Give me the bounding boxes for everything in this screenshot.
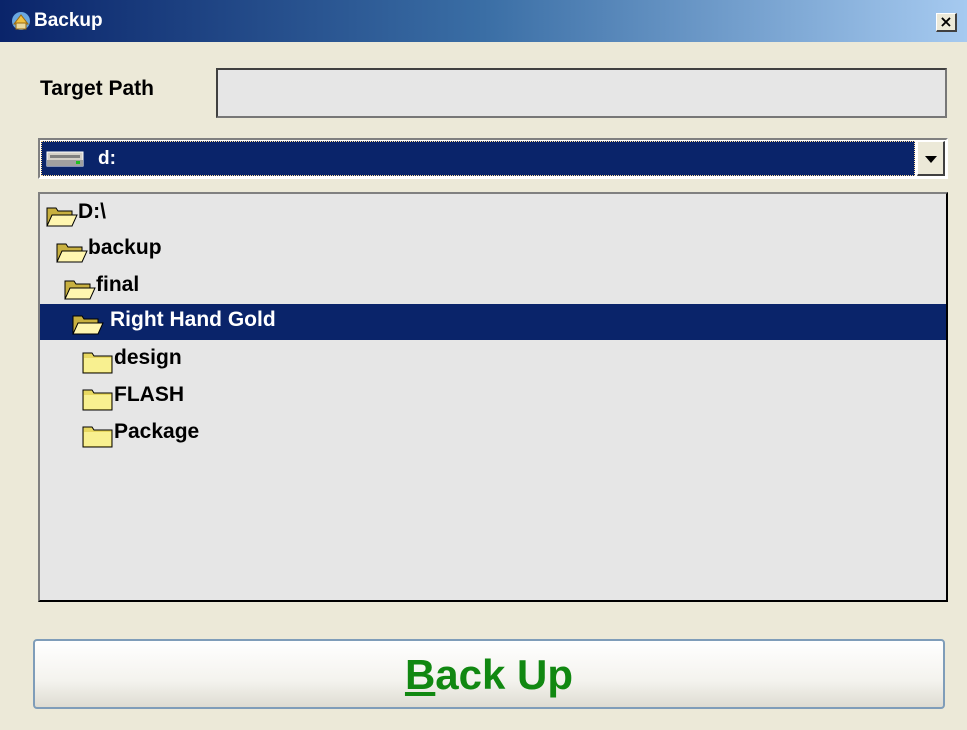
- tree-item-label: backup: [88, 236, 162, 259]
- folder-tree[interactable]: D:\ backup final Right Hand Gold design …: [38, 192, 948, 602]
- mnemonic-letter: B: [404, 651, 436, 698]
- tree-item-label: Right Hand Gold: [110, 308, 276, 331]
- chevron-down-icon: [925, 156, 937, 163]
- close-button[interactable]: ×: [936, 13, 957, 32]
- title-bar[interactable]: Backup ×: [0, 0, 967, 42]
- folder-icon: [82, 426, 113, 448]
- tree-item-right-hand-gold[interactable]: Right Hand Gold: [40, 304, 946, 340]
- backup-window: Backup × Target Path d: D:\ backup final…: [0, 0, 967, 730]
- target-path-label: Target Path: [40, 77, 154, 100]
- folder-icon: [82, 352, 113, 374]
- tree-item-label: FLASH: [114, 383, 184, 406]
- folder-icon: [82, 389, 113, 411]
- close-icon: ×: [939, 12, 953, 31]
- backup-app-icon: [12, 12, 30, 30]
- drive-select[interactable]: d:: [38, 138, 948, 179]
- open-folder-icon: [64, 280, 96, 300]
- back-up-button[interactable]: Back Up: [33, 639, 945, 709]
- dropdown-button[interactable]: [917, 141, 945, 176]
- open-folder-icon: [72, 315, 104, 335]
- drive-label: d:: [98, 148, 116, 169]
- window-title: Backup: [34, 10, 103, 31]
- drive-select-value[interactable]: d:: [41, 141, 915, 176]
- drive-icon: [46, 151, 84, 167]
- tree-item-label: design: [114, 346, 182, 369]
- back-up-label: Back Up: [35, 651, 943, 699]
- open-folder-icon: [46, 207, 78, 227]
- target-path-input[interactable]: [216, 68, 947, 118]
- tree-item-label: Package: [114, 420, 200, 443]
- open-folder-icon: [56, 243, 88, 263]
- back-up-label-rest: ack Up: [435, 651, 574, 698]
- tree-item-label: D:\: [78, 200, 106, 223]
- tree-item-label: final: [96, 273, 140, 296]
